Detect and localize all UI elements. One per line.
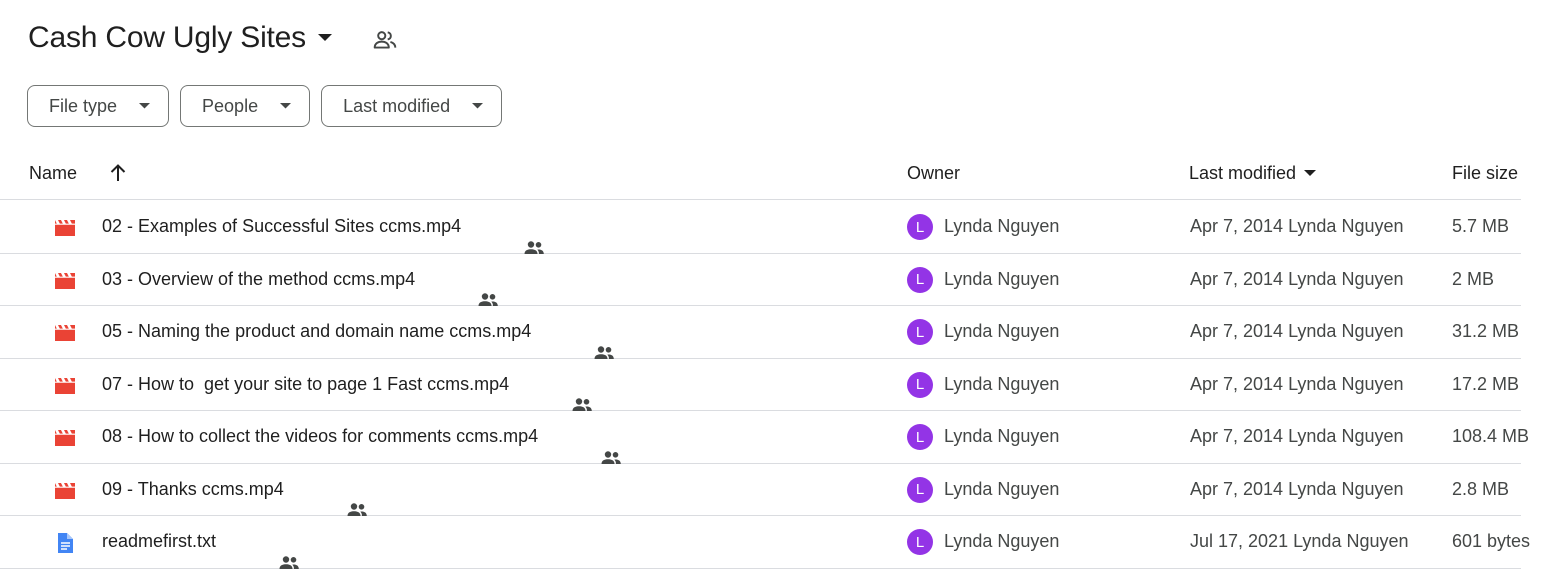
column-header-file-size[interactable]: File size xyxy=(1452,163,1518,184)
drive-folder-view: Cash Cow Ugly Sites File type People Las… xyxy=(0,0,1549,569)
file-name-cell: readmefirst.txt xyxy=(102,531,299,569)
owner-name: Lynda Nguyen xyxy=(944,268,1060,289)
owner-name: Lynda Nguyen xyxy=(944,478,1060,499)
last-modified: Apr 7, 2014 Lynda Nguyen xyxy=(1190,268,1404,289)
file-row[interactable]: 09 - Thanks ccms.mp4 L Lynda Nguyen Apr … xyxy=(0,464,1521,516)
file-size: 5.7 MB xyxy=(1452,216,1510,236)
file-name: 08 - How to collect the videos for comme… xyxy=(102,426,539,446)
owner-avatar: L xyxy=(907,214,933,240)
video-icon xyxy=(53,426,77,450)
folder-title-button[interactable]: Cash Cow Ugly Sites xyxy=(28,21,332,55)
last-modified: Jul 17, 2021 Lynda Nguyen xyxy=(1190,531,1409,551)
shared-people-icon xyxy=(550,429,621,464)
file-size: 2.8 MB xyxy=(1452,478,1510,499)
owner-avatar: L xyxy=(907,371,933,398)
file-size: 31.2 MB xyxy=(1452,321,1520,341)
file-list: 02 - Examples of Successful Sites ccms.m… xyxy=(0,201,1530,569)
file-name-cell: 03 - Overview of the method ccms.mp4 xyxy=(102,268,498,306)
folder-header: Cash Cow Ugly Sites xyxy=(28,16,397,60)
caret-down-icon xyxy=(317,31,332,45)
caret-down-icon xyxy=(280,100,292,112)
file-name: readmefirst.txt xyxy=(102,531,217,551)
file-name: 02 - Examples of Successful Sites ccms.m… xyxy=(102,216,462,236)
owner-name: Lynda Nguyen xyxy=(944,321,1060,341)
last-modified: Apr 7, 2014 Lynda Nguyen xyxy=(1190,321,1404,341)
owner-name: Lynda Nguyen xyxy=(944,426,1060,446)
file-name-cell: 02 - Examples of Successful Sites ccms.m… xyxy=(102,216,544,254)
column-header-last-modified[interactable]: Last modified xyxy=(1189,163,1317,184)
owner-avatar: L xyxy=(907,266,933,293)
column-header-owner[interactable]: Owner xyxy=(907,163,960,184)
last-modified: Apr 7, 2014 Lynda Nguyen xyxy=(1190,373,1404,394)
filter-label: Last modified xyxy=(343,95,451,116)
folder-title: Cash Cow Ugly Sites xyxy=(28,21,306,54)
shared-people-icon xyxy=(521,376,593,411)
video-icon xyxy=(53,321,77,345)
video-icon xyxy=(53,374,77,398)
last-modified: Apr 7, 2014 Lynda Nguyen xyxy=(1190,426,1404,446)
file-row[interactable]: 07 - How to get your site to page 1 Fast… xyxy=(0,359,1521,411)
file-size: 108.4 MB xyxy=(1452,426,1530,446)
shared-people-icon xyxy=(296,481,367,516)
filter-last-modified[interactable]: Last modified xyxy=(321,85,503,127)
shared-people-icon xyxy=(228,534,299,569)
owner-avatar: L xyxy=(907,424,933,450)
column-header-name[interactable]: Name xyxy=(29,163,77,184)
filter-people[interactable]: People xyxy=(180,85,311,127)
last-modified: Apr 7, 2014 Lynda Nguyen xyxy=(1190,216,1404,236)
file-row[interactable]: 08 - How to collect the videos for comme… xyxy=(0,411,1529,464)
file-table-header: Name Owner Last modified File size xyxy=(0,150,1521,200)
owner-name: Lynda Nguyen xyxy=(944,531,1060,551)
file-row[interactable]: readmefirst.txt L Lynda Nguyen Jul 17, 2… xyxy=(0,516,1530,569)
filter-label: File type xyxy=(49,95,118,116)
owner-name: Lynda Nguyen xyxy=(944,373,1060,394)
column-header-label: Last modified xyxy=(1189,163,1297,183)
owner-name: Lynda Nguyen xyxy=(944,216,1060,236)
video-icon xyxy=(53,479,77,503)
shared-people-icon xyxy=(473,219,544,254)
owner-avatar: L xyxy=(907,529,933,555)
file-name: 05 - Naming the product and domain name … xyxy=(102,321,532,341)
owner-avatar: L xyxy=(907,319,933,345)
file-name-cell: 05 - Naming the product and domain name … xyxy=(102,321,615,359)
file-size: 2 MB xyxy=(1452,268,1495,289)
people-outline-icon[interactable] xyxy=(372,27,398,53)
file-name-cell: 08 - How to collect the videos for comme… xyxy=(102,426,621,464)
file-name: 03 - Overview of the method ccms.mp4 xyxy=(102,268,416,289)
video-icon xyxy=(53,216,77,240)
file-size: 601 bytes xyxy=(1452,531,1531,551)
owner-avatar: L xyxy=(907,476,933,503)
arrow-up-icon[interactable] xyxy=(107,162,129,184)
last-modified: Apr 7, 2014 Lynda Nguyen xyxy=(1190,478,1404,499)
file-row[interactable]: 03 - Overview of the method ccms.mp4 L L… xyxy=(0,254,1521,306)
filter-label: People xyxy=(202,95,259,116)
shared-people-icon xyxy=(427,271,498,306)
file-name-cell: 07 - How to get your site to page 1 Fast… xyxy=(102,373,593,411)
doc-icon xyxy=(53,531,77,555)
caret-down-icon xyxy=(1304,168,1317,180)
file-size: 17.2 MB xyxy=(1452,373,1520,394)
file-row[interactable]: 02 - Examples of Successful Sites ccms.m… xyxy=(0,201,1521,254)
shared-people-icon xyxy=(543,324,615,359)
filter-bar: File type People Last modified xyxy=(27,85,503,127)
caret-down-icon xyxy=(139,100,151,112)
file-name: 07 - How to get your site to page 1 Fast… xyxy=(102,373,510,394)
video-icon xyxy=(53,269,77,293)
file-row[interactable]: 05 - Naming the product and domain name … xyxy=(0,306,1521,359)
caret-down-icon xyxy=(472,100,484,112)
file-name-cell: 09 - Thanks ccms.mp4 xyxy=(102,478,367,516)
file-name: 09 - Thanks ccms.mp4 xyxy=(102,478,284,499)
filter-file-type[interactable]: File type xyxy=(27,85,170,127)
